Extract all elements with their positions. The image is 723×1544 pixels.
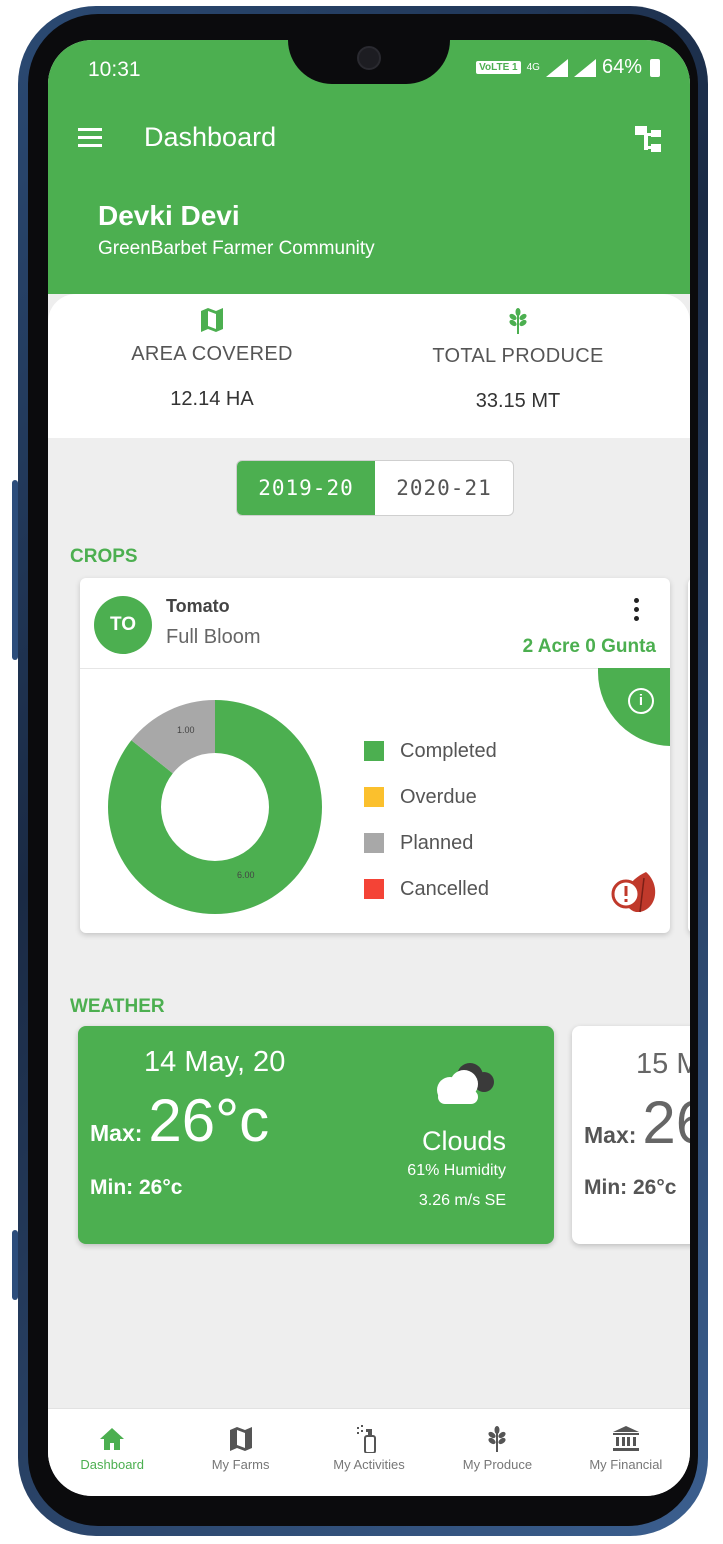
- legend-label-completed: Completed: [400, 739, 497, 762]
- legend-label-overdue: Overdue: [400, 785, 477, 808]
- farm-hierarchy-icon[interactable]: [634, 124, 664, 154]
- nav-label-my-activities: My Activities: [333, 1457, 405, 1472]
- nav-item-my-produce[interactable]: My Produce: [433, 1409, 561, 1496]
- weather-section-title: WEATHER: [70, 996, 165, 1017]
- next-weather-max-row: Max: 26°c: [584, 1088, 690, 1157]
- map-icon: [229, 1427, 252, 1451]
- crop-avatar: TO: [94, 596, 152, 654]
- network-type: 4G: [526, 62, 540, 73]
- front-camera: [357, 46, 381, 70]
- page-title: Dashboard: [144, 122, 277, 152]
- total-produce-value: 33.15 MT: [475, 390, 561, 412]
- crops-section-title: CROPS: [70, 546, 138, 567]
- volume-button: [12, 480, 18, 660]
- info-icon: i: [628, 688, 654, 714]
- legend-item-planned: Planned: [364, 820, 497, 866]
- area-covered-value: 12.14 HA: [170, 388, 254, 410]
- crop-area: 2 Acre 0 Gunta: [522, 636, 656, 657]
- crop-stage: Full Bloom: [166, 626, 261, 648]
- area-covered-label: AREA COVERED: [131, 343, 293, 365]
- farm-summary: AREA COVERED 12.14 HA TOTAL PRODUCE 33.1…: [48, 294, 690, 438]
- weather-card-today[interactable]: 14 May, 20 Max: 26°c Min: 26°c Clouds 61…: [78, 1026, 554, 1244]
- weather-max-row: Max: 26°c: [90, 1086, 269, 1155]
- nav-item-my-financial[interactable]: My Financial: [562, 1409, 690, 1496]
- legend-item-overdue: Overdue: [364, 774, 497, 820]
- chart-legend: Completed Overdue Planned Cancelled: [364, 728, 497, 912]
- season-option-2020-21[interactable]: 2020-21: [375, 461, 513, 515]
- weather-max-temp: 26°c: [148, 1087, 270, 1154]
- weather-min-temp: Min: 26°c: [90, 1176, 183, 1199]
- total-produce-stat: TOTAL PRODUCE 33.15 MT: [368, 308, 668, 413]
- donut-label-planned: 1.00: [177, 725, 195, 735]
- farmer-name: Devki Devi: [98, 200, 240, 231]
- app-screen: 10:31 VoLTE 1 4G 64% Dashboard Devki Dev…: [48, 40, 690, 1496]
- bottom-navigation: Dashboard My Farms My Activities My Prod…: [48, 1408, 690, 1496]
- battery-percent: 64%: [601, 56, 642, 78]
- wheat-icon: [509, 308, 527, 334]
- next-weather-max-label: Max:: [584, 1122, 637, 1148]
- total-produce-label: TOTAL PRODUCE: [432, 345, 604, 367]
- status-time: 10:31: [88, 58, 141, 81]
- area-covered-stat: AREA COVERED 12.14 HA: [62, 308, 362, 411]
- nav-label-dashboard: Dashboard: [80, 1457, 144, 1472]
- crop-card[interactable]: TO Tomato Full Bloom 2 Acre 0 Gunta i 1.…: [80, 578, 670, 933]
- legend-swatch-planned: [364, 833, 384, 853]
- hamburger-menu-icon[interactable]: [78, 128, 102, 147]
- season-selector: 2019-20 2020-21: [236, 460, 514, 516]
- home-icon: [100, 1428, 125, 1450]
- nav-label-my-financial: My Financial: [589, 1457, 663, 1472]
- nav-item-my-activities[interactable]: My Activities: [305, 1409, 433, 1496]
- bank-icon: [612, 1426, 639, 1451]
- donut-label-completed: 6.00: [237, 870, 255, 880]
- weather-wind: 3.26 m/s SE: [418, 1192, 506, 1209]
- app-header: Dashboard Devki Devi GreenBarbet Farmer …: [48, 102, 690, 294]
- card-divider: [80, 668, 670, 669]
- nav-item-dashboard[interactable]: Dashboard: [48, 1409, 176, 1496]
- weather-humidity: 61% Humidity: [407, 1162, 506, 1179]
- crop-alert-icon[interactable]: [606, 868, 660, 916]
- next-weather-date: 15 May, 20: [636, 1048, 690, 1080]
- farmer-info: Devki Devi GreenBarbet Farmer Community: [98, 200, 375, 260]
- weather-condition: Clouds: [421, 1126, 506, 1156]
- wheat-icon: [488, 1426, 506, 1452]
- weather-date: 14 May, 20: [144, 1046, 286, 1078]
- more-options-icon[interactable]: [634, 598, 640, 625]
- next-crop-card[interactable]: [688, 578, 690, 933]
- legend-swatch-cancelled: [364, 879, 384, 899]
- legend-item-completed: Completed: [364, 728, 497, 774]
- weather-card-next[interactable]: 15 May, 20 Max: 26°c Min: 26°c: [572, 1026, 690, 1244]
- season-option-2019-20[interactable]: 2019-20: [237, 461, 375, 515]
- legend-swatch-completed: [364, 741, 384, 761]
- next-weather-max-temp: 26°c: [642, 1089, 690, 1156]
- nav-item-my-farms[interactable]: My Farms: [176, 1409, 304, 1496]
- nav-label-my-farms: My Farms: [211, 1457, 270, 1472]
- cloudy-icon: [437, 1063, 494, 1104]
- legend-label-planned: Planned: [400, 831, 474, 854]
- status-indicators: VoLTE 1 4G 64%: [476, 56, 660, 79]
- crop-info-button[interactable]: i: [598, 668, 670, 746]
- volte-badge: VoLTE 1: [476, 61, 521, 74]
- legend-swatch-overdue: [364, 787, 384, 807]
- legend-item-cancelled: Cancelled: [364, 866, 497, 912]
- sprayer-icon: [357, 1425, 377, 1453]
- power-button: [12, 1230, 18, 1300]
- activity-donut-chart: 1.00 6.00: [107, 700, 322, 914]
- weather-max-label: Max:: [90, 1120, 143, 1146]
- nav-label-my-produce: My Produce: [462, 1457, 533, 1472]
- next-weather-min-temp: Min: 26°c: [584, 1176, 677, 1199]
- map-icon: [201, 308, 223, 332]
- farmer-community: GreenBarbet Farmer Community: [98, 238, 375, 259]
- signal-icon-2: [573, 58, 596, 77]
- signal-icon: [545, 58, 568, 77]
- crop-name: Tomato: [166, 596, 230, 616]
- battery-icon: [650, 58, 660, 77]
- camera-notch: [288, 40, 450, 84]
- legend-label-cancelled: Cancelled: [400, 877, 489, 900]
